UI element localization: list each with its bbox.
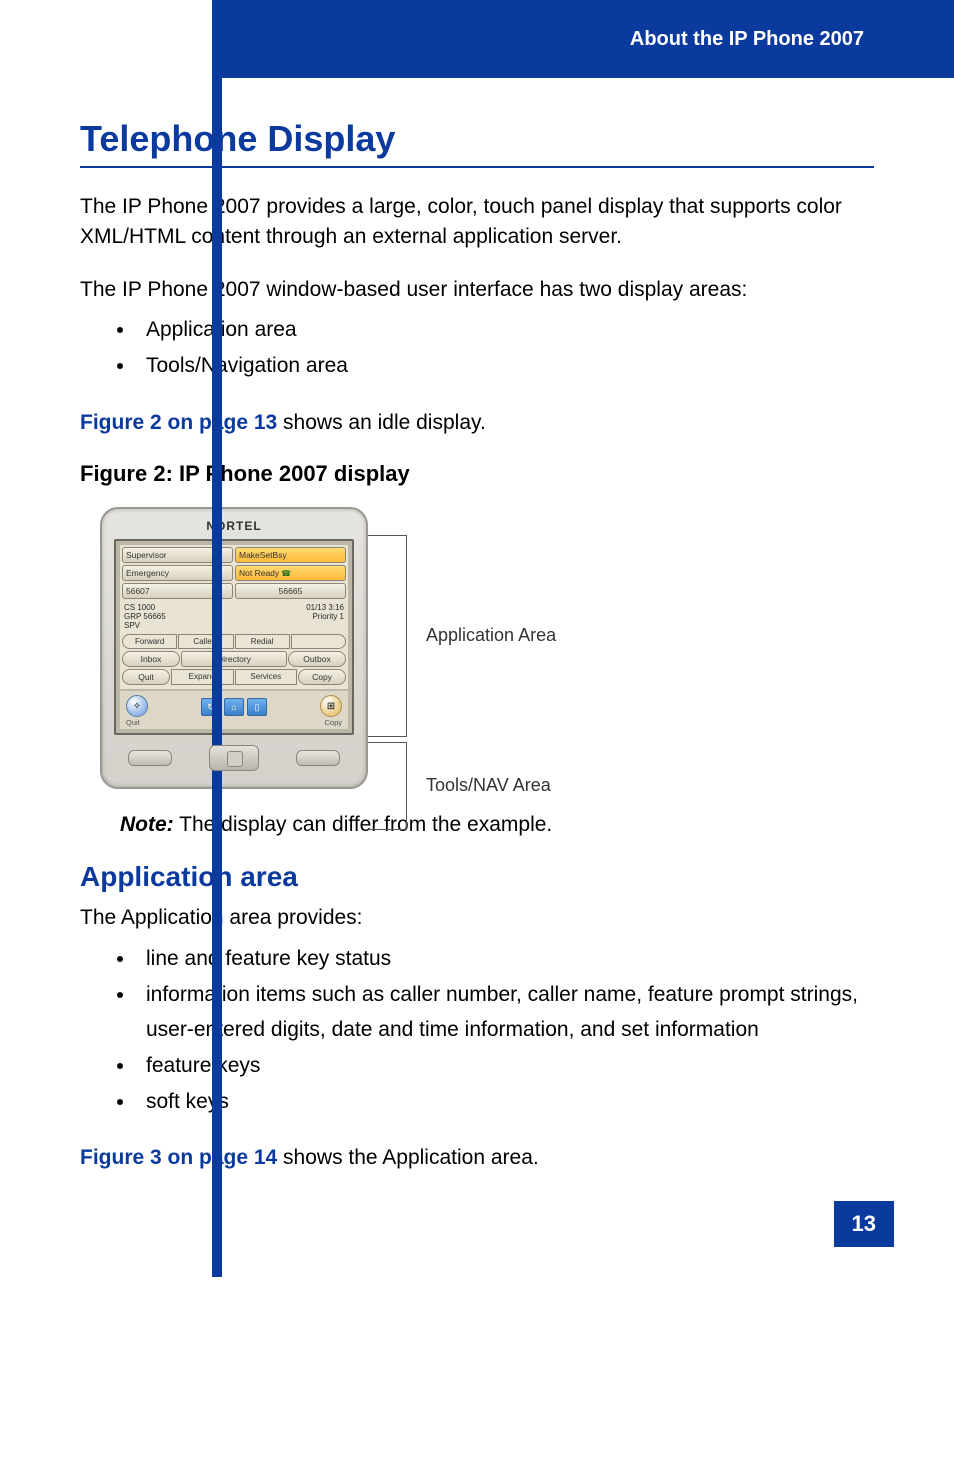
tools-nav-area: ✧ ↻ ⌂ ▯ ⊞ Quit Copy: [120, 691, 348, 729]
tool-label-right: Copy: [324, 718, 342, 727]
soft-key: Expand: [171, 669, 234, 685]
header-title: About the IP Phone 2007: [630, 28, 864, 51]
hardware-buttons: [114, 735, 354, 773]
tool-label-left: Quit: [126, 718, 140, 727]
subsection-intro: The Application area provides:: [80, 903, 874, 932]
xref-rest: shows an idle display.: [277, 411, 486, 434]
soft-key: Directory: [181, 651, 287, 667]
hw-button-right: [296, 750, 340, 766]
figure-caption: Figure 2: IP Phone 2007 display: [80, 461, 874, 487]
phone-icon: ☎: [281, 569, 291, 578]
figure-3-xref[interactable]: Figure 3 on page 14: [80, 1146, 277, 1169]
xref-rest: shows the Application area.: [277, 1146, 539, 1169]
list-item: information items such as caller number,…: [136, 977, 874, 1048]
list-item: feature keys: [136, 1048, 874, 1084]
soft-key: [291, 634, 346, 649]
info-left: CS 1000 GRP 56665 SPV: [124, 604, 166, 630]
note-text: The display can differ from the example.: [174, 813, 553, 836]
bracket-app: [368, 535, 407, 737]
list-item: Application area: [136, 312, 874, 348]
callout-application-area: Application Area: [426, 625, 556, 646]
list-item: line and feature key status: [136, 941, 874, 977]
app-area-list: line and feature key status information …: [80, 941, 874, 1119]
intro-para-2: The IP Phone 2007 window-based user inte…: [80, 275, 874, 304]
bracket-tools: [368, 742, 407, 830]
intro-para-1: The IP Phone 2007 provides a large, colo…: [80, 192, 874, 251]
xref-para-1: Figure 2 on page 13 shows an idle displa…: [80, 408, 874, 437]
list-item: soft keys: [136, 1084, 874, 1120]
soft-key: Callers: [178, 634, 233, 649]
page-header: About the IP Phone 2007: [212, 0, 954, 78]
hw-button-left: [128, 750, 172, 766]
soft-key: Copy: [298, 669, 346, 685]
phone-mockup: NORTEL Supervisor MakeSetBsy Emergency N…: [100, 507, 368, 789]
callout-tools-area: Tools/NAV Area: [426, 775, 551, 796]
home-icon: ⌂: [224, 698, 244, 716]
line-key: 56665: [235, 583, 346, 599]
globe-icon: ✧: [126, 695, 148, 717]
section-title: Telephone Display: [80, 118, 874, 168]
info-right: 01/13 3:16 Priority 1: [306, 604, 344, 630]
doc-icon: ▯: [247, 698, 267, 716]
hw-button-center: [209, 745, 259, 771]
soft-key: Forward: [122, 634, 177, 649]
note: Note: The display can differ from the ex…: [120, 813, 874, 837]
soft-key: Inbox: [122, 651, 180, 667]
info-block: CS 1000 GRP 56665 SPV 01/13 3:16 Priorit…: [122, 601, 346, 634]
keypad-icon: ⊞: [320, 695, 342, 717]
display-areas-list: Application area Tools/Navigation area: [80, 312, 874, 383]
application-area: Supervisor MakeSetBsy Emergency Not Read…: [120, 545, 348, 689]
brand-logo: NORTEL: [114, 519, 354, 539]
soft-key: Redial: [235, 634, 290, 649]
list-item: Tools/Navigation area: [136, 348, 874, 384]
phone-screen: Supervisor MakeSetBsy Emergency Not Read…: [114, 539, 354, 735]
note-label: Note:: [120, 813, 174, 836]
page-number: 13: [834, 1201, 894, 1247]
sidebar-stripe: [212, 0, 222, 1277]
soft-key: Quit: [122, 669, 170, 685]
feature-key: Not Ready☎: [235, 565, 346, 581]
soft-key: Outbox: [288, 651, 346, 667]
soft-key: Services: [235, 669, 298, 685]
xref-para-2: Figure 3 on page 14 shows the Applicatio…: [80, 1143, 874, 1172]
feature-key: MakeSetBsy: [235, 547, 346, 563]
subsection-title: Application area: [80, 861, 874, 893]
figure-2-xref[interactable]: Figure 2 on page 13: [80, 411, 277, 434]
